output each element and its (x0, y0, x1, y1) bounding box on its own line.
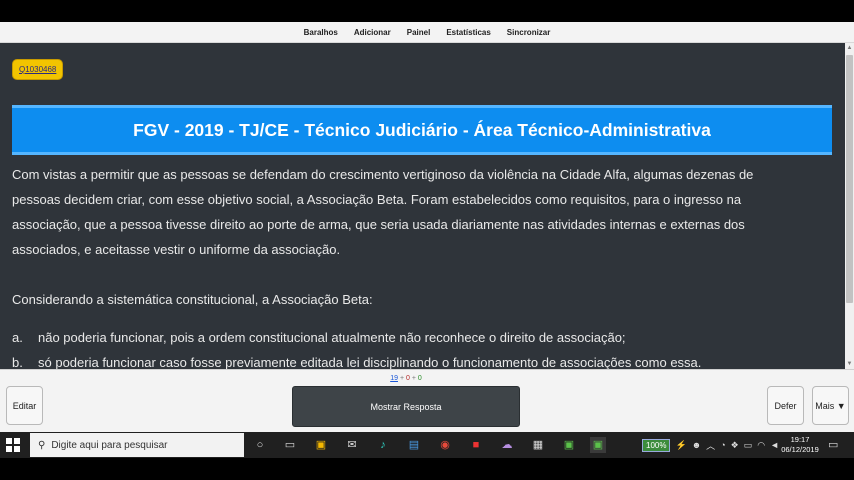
pomodoro-icon[interactable]: ■ (468, 437, 484, 453)
defer-button[interactable]: Defer (767, 386, 804, 425)
person-icon[interactable]: ☻ (692, 440, 701, 450)
active-app-icon[interactable]: ▣ (590, 437, 606, 453)
windows-start-icon[interactable] (6, 438, 20, 452)
card-content: Q1030468 FGV - 2019 - TJ/CE - Técnico Ju… (0, 43, 845, 369)
count-new[interactable]: 19 (390, 375, 398, 382)
menu-sync[interactable]: Sincronizar (499, 28, 559, 37)
question-line: Com vistas a permitir que as pessoas se … (12, 167, 754, 182)
option-letter: b. (12, 355, 23, 369)
notification-icon[interactable]: ▭ (828, 438, 838, 451)
volume-icon[interactable]: ◄ (770, 440, 779, 450)
dropbox-icon[interactable]: ❖ (731, 440, 739, 451)
scroll-up-arrow-icon[interactable]: ▲ (846, 44, 853, 52)
edit-button[interactable]: Editar (6, 386, 43, 425)
taskbar-search[interactable]: ⚲ Digite aqui para pesquisar (30, 433, 244, 457)
due-counts: 19 + 0 + 0 (390, 375, 422, 382)
store-icon[interactable]: ▣ (313, 437, 329, 453)
scroll-thumb[interactable] (846, 55, 853, 303)
menu-bar: Baralhos Adicionar Painel Estatísticas S… (0, 22, 854, 43)
exam-banner: FGV - 2019 - TJ/CE - Técnico Judiciário … (12, 105, 832, 155)
wifi-icon[interactable]: ◠ (757, 440, 765, 451)
question-prompt: Considerando a sistemática constituciona… (12, 292, 373, 307)
tiktok-icon[interactable]: ♪ (375, 437, 391, 453)
option-a: a. não poderia funcionar, pois a ordem co… (12, 325, 832, 350)
option-letter: a. (12, 330, 23, 345)
question-tag[interactable]: Q1030468 (12, 59, 64, 80)
chrome-icon[interactable]: ◉ (437, 437, 453, 453)
question-line: associados, e aceitasse vestir o uniform… (12, 242, 341, 257)
folder-icon[interactable]: ▤ (406, 437, 422, 453)
option-b: b. só poderia funcionar caso fosse previa… (12, 350, 832, 369)
scroll-down-arrow-icon[interactable]: ▼ (846, 360, 853, 368)
power-icon[interactable]: ⚡ (675, 440, 686, 451)
taskbar-search-placeholder: Digite aqui para pesquisar (51, 439, 168, 451)
question-text: Com vistas a permitir que as pessoas se … (12, 162, 832, 262)
cloud-icon[interactable]: ☁ (499, 437, 515, 453)
system-tray: 100% ⚡ ☻ ︿ ◔ ❖ ▭ ◠ ◄ (642, 437, 779, 453)
question-line: pessoas decidem criar, com esse objetivo… (12, 192, 742, 207)
clock-date: 06/12/2019 (781, 445, 819, 454)
battery-icon[interactable]: ▭ (744, 440, 753, 451)
camtasia-icon[interactable]: ▣ (561, 437, 577, 453)
app-icon[interactable]: ▦ (530, 437, 546, 453)
menu-decks[interactable]: Baralhos (296, 28, 346, 37)
mail-icon[interactable]: ✉ (344, 437, 360, 453)
network-icon[interactable]: ◔ (720, 440, 725, 450)
cortana-icon[interactable]: ○ (252, 437, 268, 453)
content-scrollbar[interactable]: ▲ ▼ (845, 43, 854, 369)
taskbar-clock[interactable]: 19:17 06/12/2019 (780, 435, 820, 455)
question-line: associação, que a pessoa tivesse direito… (12, 217, 745, 232)
count-review: 0 (417, 375, 422, 382)
top-black-bar (0, 0, 854, 22)
more-button[interactable]: Mais ▼ (812, 386, 849, 425)
option-text: não poderia funcionar, pois a ordem cons… (38, 330, 626, 345)
option-text: só poderia funcionar caso fosse previame… (38, 355, 702, 369)
count-learn: 0 (405, 375, 410, 382)
banner-title: FGV - 2019 - TJ/CE - Técnico Judiciário … (133, 119, 711, 140)
menu-add[interactable]: Adicionar (346, 28, 399, 37)
menu-panel[interactable]: Painel (399, 28, 439, 37)
bottom-black-bar (0, 458, 854, 480)
battery-indicator[interactable]: 100% (642, 438, 671, 452)
chevron-up-icon[interactable]: ︿ (706, 439, 715, 452)
menu-stats[interactable]: Estatísticas (438, 28, 498, 37)
task-view-icon[interactable]: ▭ (282, 437, 298, 453)
clock-time: 19:17 (790, 435, 810, 444)
review-bar: 19 + 0 + 0 Editar Mostrar Resposta Defer… (0, 369, 854, 433)
windows-taskbar: ⚲ Digite aqui para pesquisar ○ ▭ ▣ ✉ ♪ ▤… (0, 432, 854, 458)
show-answer-button[interactable]: Mostrar Resposta (292, 386, 520, 427)
search-icon: ⚲ (38, 439, 46, 451)
